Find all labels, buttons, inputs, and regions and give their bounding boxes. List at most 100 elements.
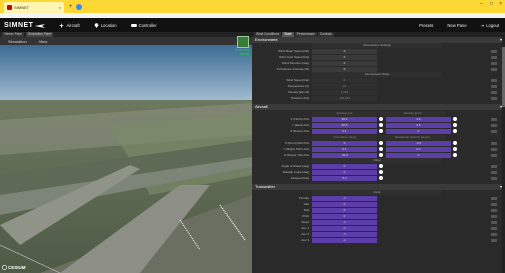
atmo-value[interactable]: 101,324	[312, 95, 377, 101]
channel-value[interactable]: -1	[312, 225, 377, 231]
slider-handle[interactable]	[453, 129, 457, 133]
browser-tab[interactable]: SIMNET ×	[4, 2, 64, 13]
row-toggle[interactable]	[491, 55, 497, 59]
row-toggle[interactable]	[491, 49, 497, 53]
cesium-logo[interactable]: CESIUM	[2, 265, 26, 270]
orientation-value[interactable]: 0	[386, 152, 451, 158]
position-value[interactable]: 2.9	[386, 116, 451, 122]
row-toggle[interactable]	[491, 141, 497, 145]
slider-handle[interactable]	[379, 164, 383, 168]
slider-handle[interactable]	[453, 153, 457, 157]
logout-button[interactable]: ⇥ Logout	[481, 23, 499, 28]
channel-value[interactable]: -1	[312, 195, 377, 201]
row-toggle[interactable]	[491, 153, 497, 157]
browser-profile-icon[interactable]	[76, 3, 82, 10]
tab-controls[interactable]: Controls	[317, 32, 334, 37]
app-logo[interactable]: SIMNET	[4, 21, 46, 29]
menu-view[interactable]: View	[39, 39, 48, 44]
row-toggle[interactable]	[491, 176, 497, 180]
channel-value[interactable]: 0	[312, 201, 377, 207]
close-window-icon[interactable]: ×	[499, 1, 502, 7]
row-toggle[interactable]	[491, 96, 497, 100]
channel-value[interactable]: -1	[312, 231, 377, 237]
row-toggle[interactable]	[491, 170, 497, 174]
tab-performance[interactable]: Performance	[294, 32, 317, 37]
navigation-widget-icon[interactable]	[237, 36, 249, 48]
row-toggle[interactable]	[491, 196, 497, 200]
channel-value[interactable]: -1	[312, 237, 377, 243]
menu-simulation[interactable]: Simulation	[8, 39, 27, 44]
row-toggle[interactable]	[491, 164, 497, 168]
tab-state[interactable]: State	[282, 32, 294, 37]
row-toggle[interactable]	[491, 117, 497, 121]
slider-handle[interactable]	[379, 176, 383, 180]
row-toggle[interactable]	[491, 220, 497, 224]
slider-handle[interactable]	[379, 123, 383, 127]
slider-handle[interactable]	[379, 117, 383, 121]
atmo-value[interactable]: 0	[312, 77, 377, 83]
setting-value[interactable]: 0	[312, 60, 377, 66]
slider-handle[interactable]	[453, 147, 457, 151]
row-toggle[interactable]	[491, 226, 497, 230]
atmo-value[interactable]: 15	[312, 83, 377, 89]
row-toggle[interactable]	[491, 129, 497, 133]
position-value[interactable]: 0	[386, 128, 451, 134]
position-value[interactable]: 0.1	[312, 128, 377, 134]
slider-handle[interactable]	[453, 141, 457, 145]
position-value[interactable]: 58.5	[312, 122, 377, 128]
slider-handle[interactable]	[453, 123, 457, 127]
logo-text: SIMNET	[4, 21, 34, 29]
nav-controller-button[interactable]: Controller	[130, 23, 157, 28]
slider-handle[interactable]	[379, 170, 383, 174]
tab-viewer-pane[interactable]: Viewer Pane	[2, 32, 25, 37]
row-toggle[interactable]	[491, 67, 497, 71]
row-toggle[interactable]	[491, 214, 497, 218]
orientation-value[interactable]: 0.4	[386, 146, 451, 152]
position-label: Z (Down) Axis	[290, 129, 309, 133]
orientation-value[interactable]: -0.5	[386, 140, 451, 146]
row-toggle[interactable]	[491, 90, 497, 94]
slider-handle[interactable]	[379, 153, 383, 157]
minimize-icon[interactable]: –	[480, 1, 483, 7]
viewer-pane: Viewer Pane Simulation Pane Simulation V…	[0, 32, 252, 273]
nav-location-button[interactable]: Location	[94, 23, 117, 28]
slider-handle[interactable]	[379, 147, 383, 151]
orientation-value[interactable]: 0	[312, 140, 377, 146]
maximize-icon[interactable]: □	[490, 1, 493, 7]
row-toggle[interactable]	[491, 208, 497, 212]
row-toggle[interactable]	[491, 238, 497, 242]
other-value[interactable]: 0	[312, 169, 377, 175]
orientation-value[interactable]: 0.1	[312, 146, 377, 152]
new-pane-button[interactable]: New Pane	[447, 23, 466, 28]
channel-value[interactable]: 0	[312, 213, 377, 219]
position-value[interactable]: 4.5	[386, 122, 451, 128]
slider-handle[interactable]	[379, 129, 383, 133]
row-toggle[interactable]	[491, 78, 497, 82]
orientation-label: Y (Right) Pitch Axis	[283, 147, 309, 151]
setting-value[interactable]: 0	[312, 66, 377, 72]
slider-handle[interactable]	[379, 141, 383, 145]
position-value[interactable]: 28.4	[312, 116, 377, 122]
nav-aircraft-button[interactable]: Aircraft	[59, 22, 80, 28]
channel-value[interactable]: 0	[312, 207, 377, 213]
3d-globe-view[interactable]	[0, 45, 252, 273]
row-toggle[interactable]	[491, 232, 497, 236]
row-toggle[interactable]	[491, 147, 497, 151]
row-toggle[interactable]	[491, 84, 497, 88]
new-tab-button[interactable]: +	[67, 3, 74, 10]
setting-value[interactable]: 0	[312, 54, 377, 60]
tab-simulation-pane[interactable]: Simulation Pane	[26, 32, 54, 37]
slider-handle[interactable]	[453, 117, 457, 121]
atmo-label: Pressure [Pa]	[290, 96, 309, 100]
other-value[interactable]: 5.4	[312, 175, 377, 181]
presets-button[interactable]: Presets	[419, 23, 433, 28]
atmo-value[interactable]: 1.224	[312, 89, 377, 95]
row-toggle[interactable]	[491, 123, 497, 127]
channel-value[interactable]: -1	[312, 219, 377, 225]
other-value[interactable]: 0	[312, 163, 377, 169]
close-tab-icon[interactable]: ×	[59, 5, 61, 10]
setting-value[interactable]: 0	[312, 48, 377, 54]
row-toggle[interactable]	[491, 202, 497, 206]
row-toggle[interactable]	[491, 61, 497, 65]
orientation-value[interactable]: -32.6	[312, 152, 377, 158]
